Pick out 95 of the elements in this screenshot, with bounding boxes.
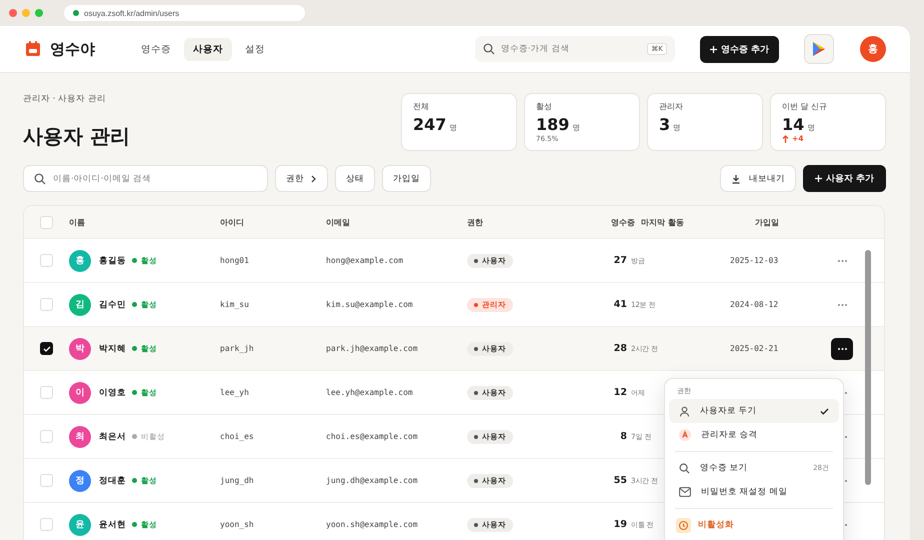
- receipt-count: 8: [619, 431, 627, 442]
- person-icon: [679, 406, 690, 416]
- user-name: 이영호: [99, 386, 126, 398]
- stat-value: 3: [659, 115, 670, 134]
- app-logo: 영수야: [50, 40, 95, 58]
- user-id: hong01: [220, 256, 250, 265]
- user-id: jung_dh: [220, 476, 255, 485]
- column-header: 가입일: [755, 216, 780, 228]
- nav-tab[interactable]: 영수증: [132, 38, 180, 60]
- user-avatar: 최: [69, 426, 91, 448]
- column-header: 이름: [69, 216, 86, 228]
- filter-button[interactable]: 가입일: [382, 165, 431, 192]
- user-id: park_jh: [220, 344, 255, 353]
- check-icon: [820, 408, 829, 414]
- receipt-count: 41: [612, 299, 627, 310]
- menu-item[interactable]: 비밀번호 재설정 메일: [669, 480, 839, 504]
- stat-label: 활성: [536, 101, 553, 112]
- receipt-count: 12: [612, 387, 627, 398]
- user-email: kim.su@example.com: [326, 300, 414, 309]
- nav-tab[interactable]: 설정: [236, 38, 274, 60]
- stat-value: 189: [536, 115, 570, 134]
- export-button[interactable]: 내보내기: [720, 165, 796, 192]
- search-icon: [34, 172, 46, 184]
- receipt-count: 27: [612, 255, 627, 266]
- up-arrow-icon: [782, 134, 789, 142]
- select-all-checkbox[interactable]: [40, 216, 53, 228]
- play-triangle-icon: [812, 41, 826, 57]
- user-id: lee_yh: [220, 388, 250, 397]
- maximize-window-icon[interactable]: [35, 9, 43, 17]
- user-name: 최은서: [99, 430, 126, 442]
- store-button[interactable]: [804, 34, 834, 64]
- user-avatar: 김: [69, 294, 91, 316]
- user-avatar: 이: [69, 382, 91, 404]
- column-header: 권한: [467, 216, 484, 228]
- user-email: jung.dh@example.com: [326, 476, 419, 485]
- user-name: 박지혜: [99, 342, 126, 354]
- search-icon: [679, 462, 690, 474]
- admin-badge-icon: [679, 429, 691, 441]
- user-id: kim_su: [220, 300, 250, 309]
- mail-icon: [679, 487, 691, 497]
- calendar-logo-icon: [24, 40, 42, 58]
- user-avatar: 홍: [69, 250, 91, 272]
- user-email: hong@example.com: [326, 256, 404, 265]
- add-user-button[interactable]: 사용자 추가: [802, 165, 886, 192]
- filter-button[interactable]: 권한: [275, 165, 328, 192]
- receipt-count: 55: [612, 475, 627, 486]
- clock-icon: [676, 518, 691, 532]
- receipt-count: 19: [612, 519, 627, 530]
- user-id: choi_es: [220, 432, 255, 441]
- chevron-right-icon: [311, 174, 317, 182]
- search-icon: [482, 43, 495, 55]
- user-name: 김수민: [99, 298, 126, 310]
- user-id: yoon_sh: [220, 520, 255, 529]
- user-name: 정대훈: [99, 474, 126, 486]
- user-name: 홍길동: [99, 254, 126, 266]
- close-window-icon[interactable]: [9, 9, 17, 17]
- stat-label: 이번 달 신규: [782, 101, 828, 112]
- breadcrumb: 관리자 · 사용자 관리: [23, 93, 107, 105]
- stat-value: 14: [782, 115, 804, 134]
- stat-value: 247: [413, 115, 446, 134]
- more-button[interactable]: [831, 338, 853, 360]
- secure-dot-icon: [73, 10, 79, 16]
- check-icon: [42, 346, 50, 352]
- add-receipt-button[interactable]: 영수증 추가: [700, 36, 779, 62]
- column-header: 마지막 활동: [640, 216, 685, 228]
- user-avatar[interactable]: 홍: [860, 36, 886, 62]
- user-email: lee.yh@example.com: [326, 388, 414, 397]
- user-avatar: 박: [69, 338, 91, 360]
- user-avatar: 윤: [69, 514, 91, 536]
- stat-label: 전체: [413, 101, 430, 112]
- address-bar[interactable]: osuya.zsoft.kr/admin/users: [64, 5, 305, 21]
- plus-icon: [710, 46, 717, 52]
- minimize-window-icon[interactable]: [22, 9, 30, 17]
- user-email: park.jh@example.com: [326, 344, 419, 353]
- column-header: 이메일: [326, 216, 351, 228]
- column-header: 영수증: [611, 216, 636, 228]
- row-checkbox[interactable]: [40, 342, 53, 355]
- user-search-field[interactable]: 이름·아이디·이메일 검색: [23, 165, 268, 192]
- menu-item[interactable]: 사용자로 두기: [669, 399, 839, 423]
- join-date: 2024-08-12: [730, 300, 778, 309]
- user-email: choi.es@example.com: [326, 432, 419, 441]
- plus-icon: [814, 175, 822, 182]
- user-avatar: 정: [69, 470, 91, 492]
- page-title: 사용자 관리: [23, 123, 130, 150]
- receipt-count: 28: [612, 343, 627, 354]
- stat-label: 관리자: [659, 101, 684, 112]
- user-name: 윤서현: [99, 518, 126, 530]
- nav-tab[interactable]: 사용자: [184, 38, 232, 60]
- user-email: yoon.sh@example.com: [326, 520, 419, 529]
- join-date: 2025-02-21: [730, 344, 778, 353]
- join-date: 2025-12-03: [730, 256, 778, 265]
- menu-item[interactable]: 관리자로 승격: [669, 423, 839, 447]
- filter-button[interactable]: 상태: [335, 165, 375, 192]
- column-header: 아이디: [220, 216, 245, 228]
- download-icon: [730, 174, 741, 184]
